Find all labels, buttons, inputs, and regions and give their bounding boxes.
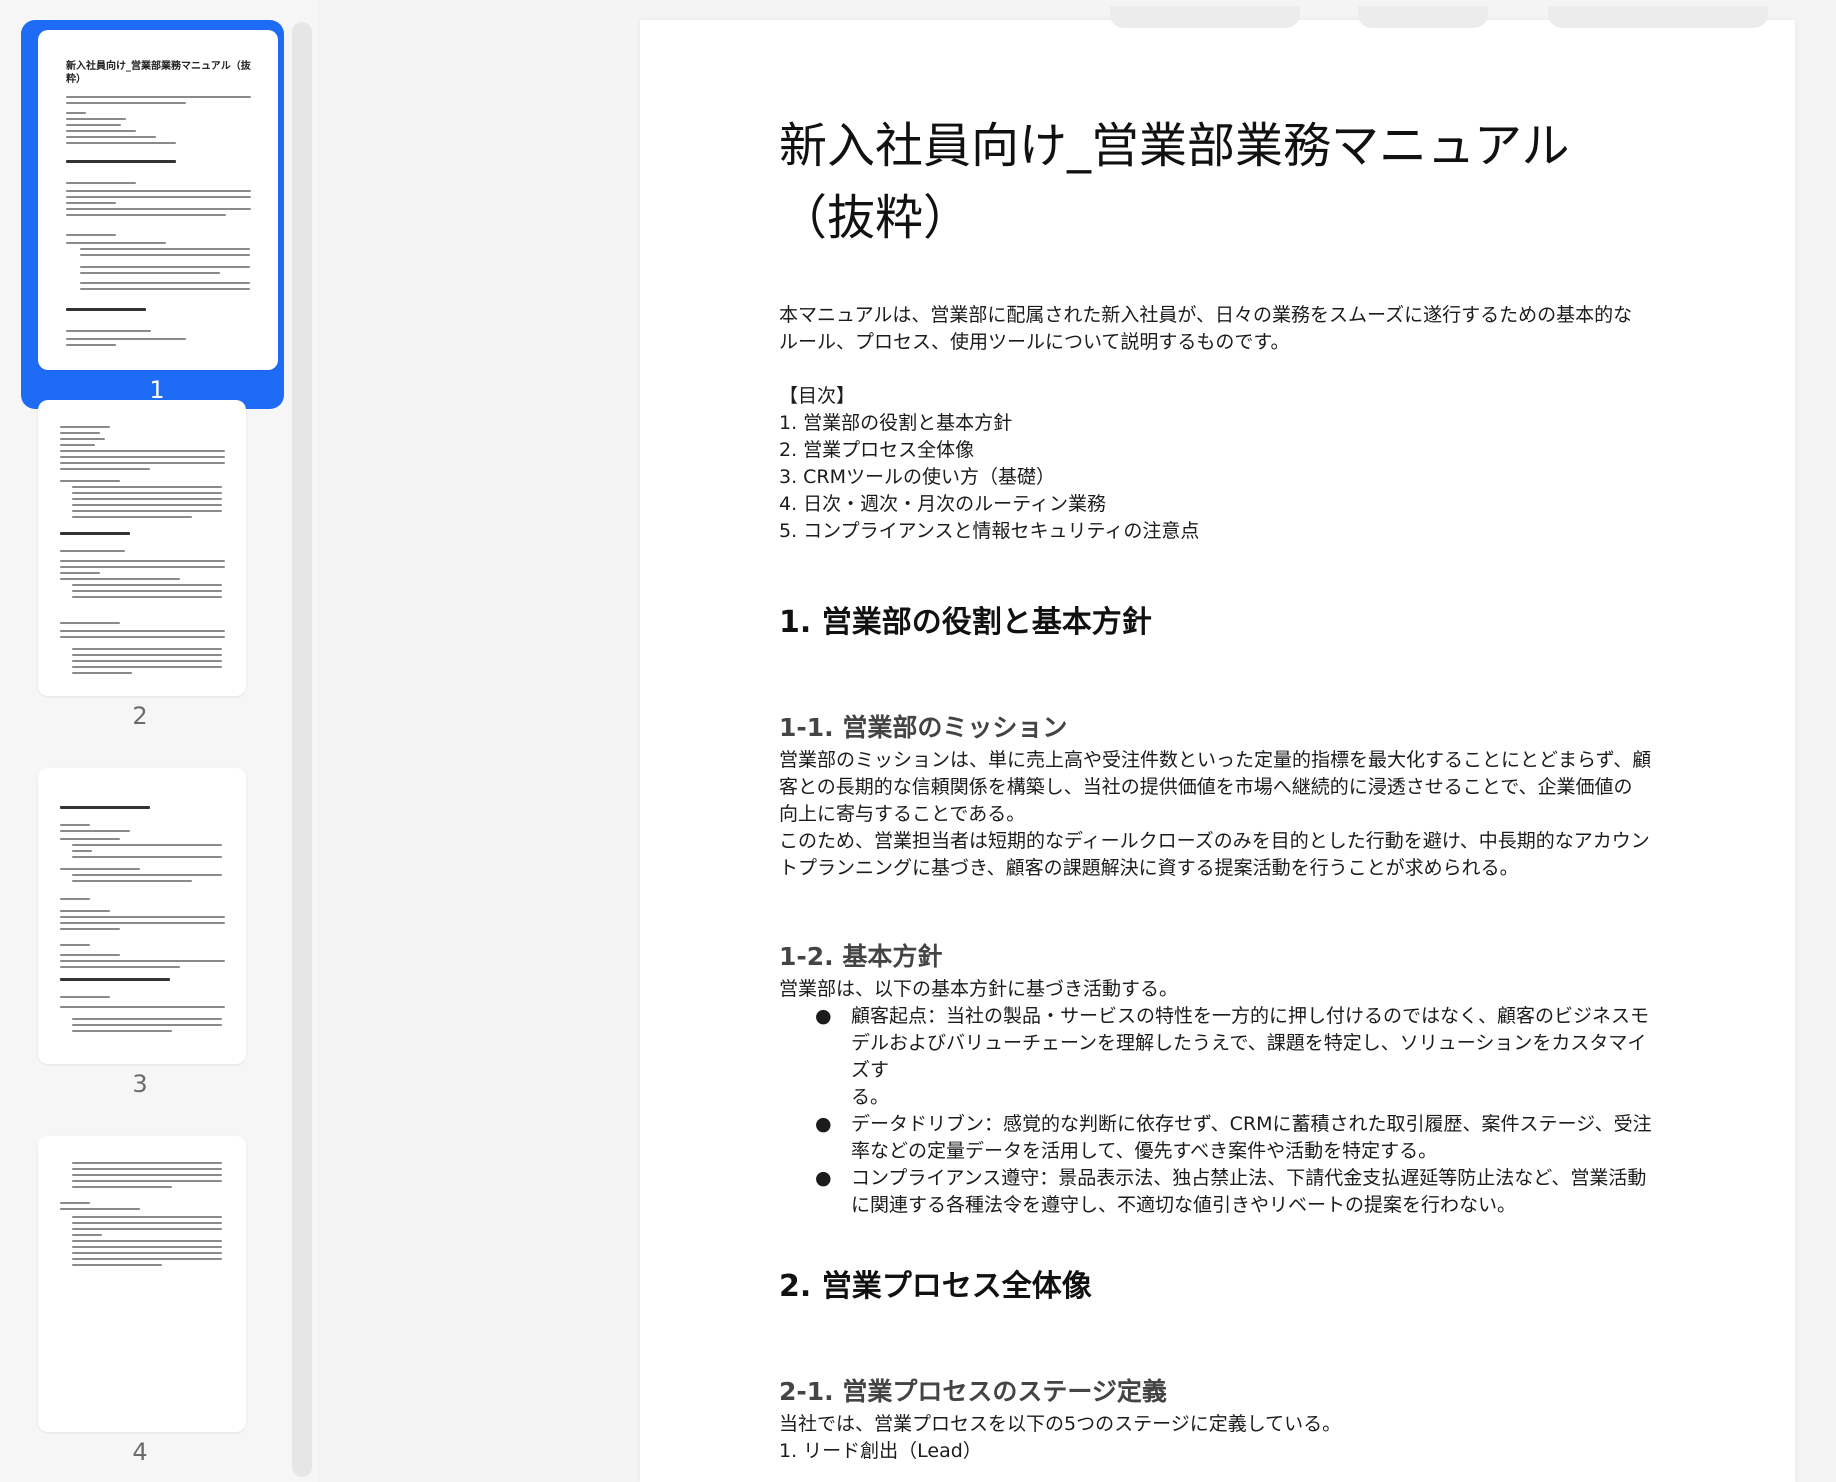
toolbar-button[interactable] [1548,6,1768,28]
subsection-heading: 1-2. 基本方針 [779,942,943,971]
sidebar-scrollbar[interactable] [292,22,312,1477]
page-number-2: 2 [132,702,148,730]
toc-item: 3. CRMツールの使い方（基礎） [779,466,1056,488]
stages-lead: 当社では、営業プロセスを以下の5つのステージに定義している。 [779,1413,1342,1435]
document-content: 新入社員向け_営業部業務マニュアル （抜粋） 本マニュアルは、営業部に配属された… [779,110,1659,1465]
policy-lead: 営業部は、以下の基本方針に基づき活動する。 [779,978,1179,1000]
page-thumbnail-1[interactable]: 新入社員向け_営業部業務マニュアル（抜粋） [38,30,278,370]
list-item: 1. リード創出（Lead） [779,1440,982,1462]
policy-list: ● 顧客起点：当社の製品・サービスの特性を一方的に押し付けるのではなく、顧客のビ… [779,1003,1659,1219]
toolbar-button[interactable] [1358,6,1488,28]
document-title: 新入社員向け_営業部業務マニュアル （抜粋） [779,118,1570,246]
section-heading: 2. 営業プロセス全体像 [779,1269,1092,1304]
document-page: 新入社員向け_営業部業務マニュアル （抜粋） 本マニュアルは、営業部に配属された… [640,6,1795,1482]
toc-item: 2. 営業プロセス全体像 [779,439,975,461]
subsection-heading: 1-1. 営業部のミッション [779,713,1068,742]
list-item: ● 顧客起点：当社の製品・サービスの特性を一方的に押し付けるのではなく、顧客のビ… [815,1005,1650,1108]
list-item: ● コンプライアンス遵守：景品表示法、独占禁止法、下請代金支払遅延等防止法など、… [815,1167,1647,1216]
page-thumbnail-sidebar: 新入社員向け_営業部業務マニュアル（抜粋） 1 2 3 4 [0,0,318,1482]
toc-item: 4. 日次・週次・月次のルーティン業務 [779,493,1107,515]
page-thumbnail-4[interactable] [38,1136,246,1432]
intro-paragraph: 本マニュアルは、営業部に配属された新入社員が、日々の業務をスムーズに遂行するため… [779,304,1633,353]
page-number-3: 3 [132,1070,148,1098]
list-item: ● データドリブン：感覚的な判断に依存せず、CRMに蓄積された取引履歴、案件ステ… [815,1113,1652,1162]
section-heading: 1. 営業部の役割と基本方針 [779,605,1152,640]
thumbnail-title: 新入社員向け_営業部業務マニュアル（抜粋） [66,61,251,85]
toolbar-button[interactable] [1110,6,1300,28]
toc-item: 1. 営業部の役割と基本方針 [779,412,1013,434]
toc-header: 【目次】 [779,385,856,407]
subsection-heading: 2-1. 営業プロセスのステージ定義 [779,1377,1167,1406]
page-number-4: 4 [132,1438,148,1466]
toc-item: 5. コンプライアンスと情報セキュリティの注意点 [779,520,1200,542]
mission-paragraph: 営業部のミッションは、単に売上高や受注件数といった定量的指標を最大化することにと… [779,749,1652,879]
page-thumbnail-2[interactable] [38,400,246,696]
page-thumbnail-3[interactable] [38,768,246,1064]
